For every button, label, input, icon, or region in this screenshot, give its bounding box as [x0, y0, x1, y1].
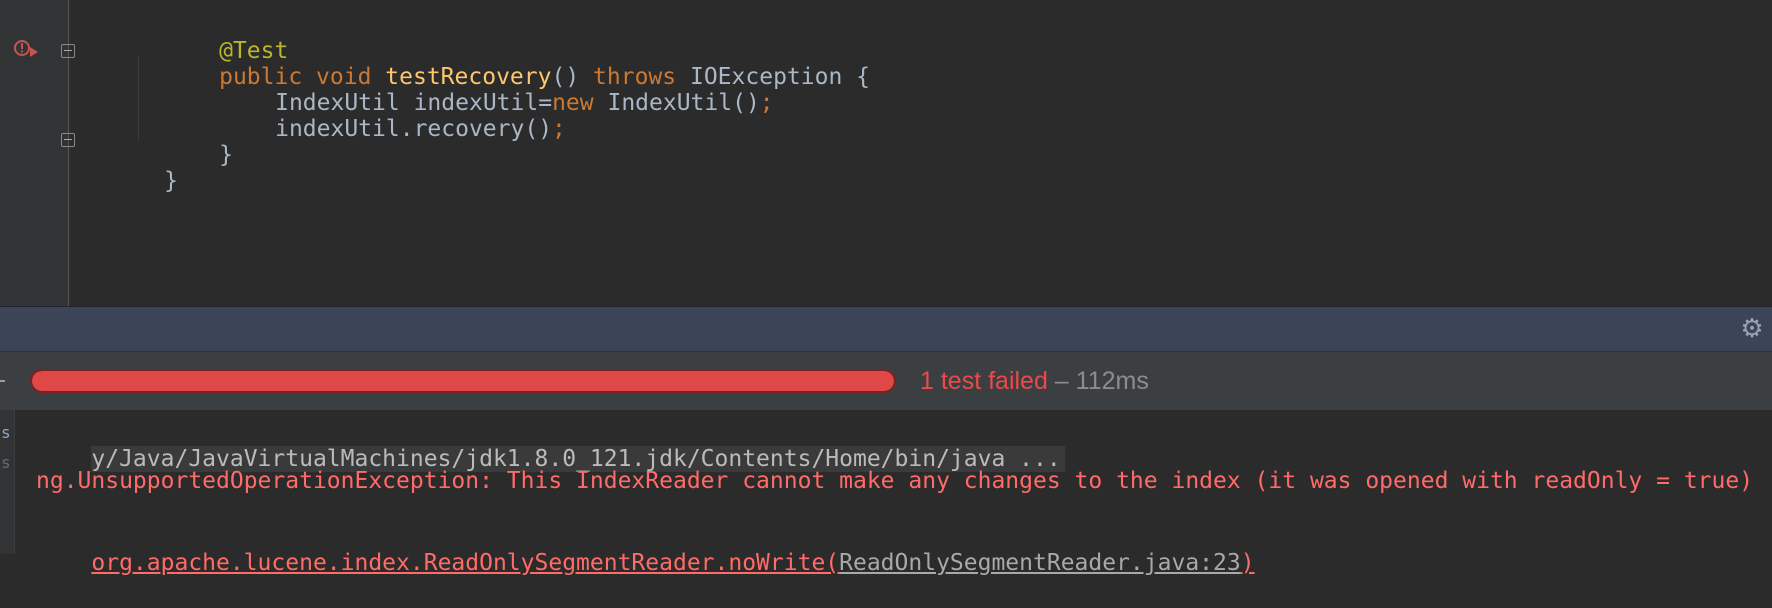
semicolon: ;: [759, 90, 774, 116]
run-failed-icon[interactable]: [12, 38, 42, 62]
console-output[interactable]: s s y/Java/JavaVirtualMachines/jdk1.8.0_…: [0, 410, 1772, 576]
method-call: indexUtil.recovery(): [275, 116, 553, 142]
test-progress-fill: [32, 371, 894, 391]
code-area[interactable]: @Test public void testRecovery() throws …: [69, 0, 1772, 306]
semicolon: ;: [552, 116, 566, 142]
test-duration-label: – 112ms: [1047, 367, 1149, 395]
side-strip-char: s: [1, 423, 11, 442]
code-line-call: indexUtil.recovery();: [192, 84, 566, 142]
console-command-line[interactable]: y/Java/JavaVirtualMachines/jdk1.8.0_121.…: [36, 414, 1065, 472]
side-strip-char: s: [1, 453, 11, 472]
console-stacktrace-line: org.apache.lucene.index.ReadOnlySegmentR…: [36, 518, 1254, 576]
close-brace: }: [164, 168, 178, 194]
open-brace: {: [856, 64, 871, 90]
code-editor[interactable]: @Test public void testRecovery() throws …: [0, 0, 1772, 306]
constructor-call: IndexUtil(): [607, 90, 760, 116]
test-status-bar: 1 test failed – 112ms: [0, 352, 1772, 410]
panel-edge-marker: [0, 380, 5, 382]
tests-failed-label: 1 test failed: [920, 367, 1048, 395]
gear-icon[interactable]: ⚙: [1738, 315, 1766, 343]
console-exception-line: ng.UnsupportedOperationException: This I…: [36, 468, 1754, 494]
run-tool-window-header: ⚙: [0, 306, 1772, 352]
code-line-class-close: }: [81, 136, 178, 194]
console-side-strip: s s: [0, 410, 15, 554]
editor-gutter: [0, 0, 75, 306]
test-progress-bar: [30, 369, 896, 393]
test-status-text: 1 test failed – 112ms: [920, 364, 1149, 398]
close-brace: }: [219, 142, 233, 168]
